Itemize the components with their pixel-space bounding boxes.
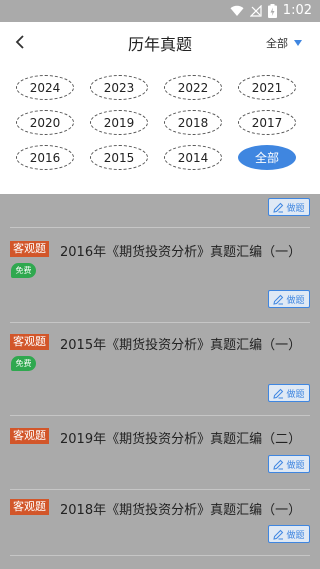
question-title: 2019年《期货投资分析》真题汇编（二） [60, 432, 302, 447]
pencil-note-icon [273, 388, 284, 399]
pencil-note-icon [273, 459, 284, 470]
no-signal-icon [249, 4, 262, 17]
year-filter-dropdown[interactable]: 全部 [266, 35, 302, 51]
app-header: 历年真题 全部 [0, 22, 320, 62]
pencil-note-icon [273, 294, 284, 305]
practice-button[interactable]: 做题 [268, 198, 310, 216]
question-title: 2015年《期货投资分析》真题汇编（一） [60, 338, 302, 353]
year-option-2021[interactable]: 2021 [238, 75, 296, 100]
practice-button[interactable]: 做题 [268, 525, 310, 543]
year-option-2015[interactable]: 2015 [90, 145, 148, 170]
free-badge: 免费 [11, 356, 36, 371]
pencil-note-icon [273, 529, 284, 540]
question-item[interactable]: 客观题 2016年《期货投资分析》真题汇编（一） 免费 做题 [0, 227, 320, 321]
year-grid: 2024 2023 2022 2021 2020 2019 2018 2017 … [16, 75, 296, 170]
caret-down-icon [294, 40, 302, 46]
year-option-2022[interactable]: 2022 [164, 75, 222, 100]
year-option-2020[interactable]: 2020 [16, 110, 74, 135]
divider [10, 489, 310, 490]
practice-button[interactable]: 做题 [268, 290, 310, 308]
question-item[interactable]: 客观题 2015年《期货投资分析》真题汇编（一） 免费 做题 [0, 322, 320, 415]
question-type-tag: 客观题 [10, 428, 49, 444]
pencil-note-icon [273, 202, 284, 213]
battery-charging-icon [267, 3, 277, 18]
question-title: 2016年《期货投资分析》真题汇编（一） [60, 245, 302, 260]
question-list: 做题 客观题 2016年《期货投资分析》真题汇编（一） 免费 做题 客观题 20… [0, 194, 320, 569]
question-type-tag: 客观题 [10, 241, 49, 257]
divider [10, 555, 310, 556]
question-item[interactable]: 客观题 2019年《期货投资分析》真题汇编（二） 做题 [0, 415, 320, 489]
divider [10, 322, 310, 323]
question-type-tag: 客观题 [10, 334, 49, 350]
question-type-tag: 客观题 [10, 499, 49, 515]
year-option-all[interactable]: 全部 [238, 145, 296, 170]
wifi-icon [230, 5, 244, 16]
year-selector-panel: 2024 2023 2022 2021 2020 2019 2018 2017 … [0, 62, 320, 194]
year-option-2024[interactable]: 2024 [16, 75, 74, 100]
divider [10, 415, 310, 416]
year-option-2014[interactable]: 2014 [164, 145, 222, 170]
practice-button-label: 做题 [286, 460, 305, 471]
practice-button[interactable]: 做题 [268, 384, 310, 402]
status-icons: 1:02 [230, 3, 312, 18]
practice-button-label: 做题 [286, 295, 305, 306]
practice-button-label: 做题 [286, 389, 305, 400]
question-title: 2018年《期货投资分析》真题汇编（一） [60, 503, 302, 518]
year-filter-label: 全部 [266, 37, 288, 50]
year-option-2016[interactable]: 2016 [16, 145, 74, 170]
year-option-2019[interactable]: 2019 [90, 110, 148, 135]
status-time: 1:02 [282, 3, 312, 18]
year-option-2023[interactable]: 2023 [90, 75, 148, 100]
practice-button-label: 做题 [286, 203, 305, 214]
free-badge: 免费 [11, 263, 36, 278]
practice-button-label: 做题 [286, 530, 305, 541]
practice-button[interactable]: 做题 [268, 455, 310, 473]
status-bar: 1:02 [0, 0, 320, 22]
year-option-2018[interactable]: 2018 [164, 110, 222, 135]
year-option-2017[interactable]: 2017 [238, 110, 296, 135]
question-item[interactable]: 客观题 2018年《期货投资分析》真题汇编（一） 做题 [0, 489, 320, 569]
divider [10, 227, 310, 228]
